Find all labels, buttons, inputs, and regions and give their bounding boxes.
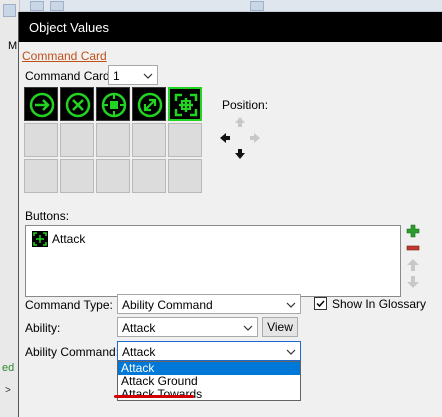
checkmark-icon xyxy=(316,300,325,308)
background-toolbar xyxy=(20,0,442,12)
ability-command-select[interactable]: Attack xyxy=(117,341,301,361)
arrow-up-icon[interactable] xyxy=(233,115,247,129)
chevron-down-icon xyxy=(243,325,253,331)
command-card-slot[interactable] xyxy=(132,87,166,121)
command-card-label: Command Card: xyxy=(25,69,114,83)
dialog-title: Object Values xyxy=(29,20,109,35)
toolbar-icon xyxy=(3,4,16,17)
command-card-link[interactable]: Command Card xyxy=(22,49,107,63)
hold-position-icon xyxy=(101,92,127,118)
command-type-label: Command Type: xyxy=(25,298,113,312)
command-card-select-value: 1 xyxy=(113,69,120,83)
close-button[interactable] xyxy=(413,12,442,42)
move-down-icon[interactable] xyxy=(406,275,420,289)
command-card-slot-empty[interactable] xyxy=(60,159,94,193)
ability-select[interactable]: Attack xyxy=(117,317,258,337)
command-card-slot-empty[interactable] xyxy=(24,123,58,157)
command-card-slot-empty[interactable] xyxy=(96,123,130,157)
patrol-arrows-icon xyxy=(137,92,163,118)
move-up-icon[interactable] xyxy=(406,258,420,272)
command-card-slot-empty[interactable] xyxy=(168,159,202,193)
object-values-dialog: Object Values Command Card Command Card:… xyxy=(18,12,442,417)
command-card-slot-empty[interactable] xyxy=(60,123,94,157)
toolbar-icon xyxy=(250,1,264,11)
chevron-down-icon xyxy=(143,73,153,79)
command-card-slot[interactable] xyxy=(24,87,58,121)
arrow-right-icon[interactable] xyxy=(248,131,262,145)
show-in-glossary-label[interactable]: Show In Glossary xyxy=(332,297,426,311)
command-card-slot[interactable] xyxy=(96,87,130,121)
arrow-down-icon[interactable] xyxy=(233,147,247,161)
command-card-slot-empty[interactable] xyxy=(168,123,202,157)
ability-command-value: Attack xyxy=(122,345,156,359)
ability-command-label: Ability Command: xyxy=(25,345,120,359)
command-type-select[interactable]: Ability Command xyxy=(117,294,301,314)
background-app-panel xyxy=(0,0,20,417)
command-card-slot-selected[interactable] xyxy=(168,87,202,121)
view-button[interactable]: View xyxy=(262,317,298,337)
attack-crosshair-icon xyxy=(32,231,48,247)
command-card-slot[interactable] xyxy=(60,87,94,121)
command-card-slot-empty[interactable] xyxy=(96,159,130,193)
command-card-select[interactable]: 1 xyxy=(108,65,158,85)
command-card-slot-empty[interactable] xyxy=(132,159,166,193)
background-menu-fragment: M xyxy=(8,40,18,52)
background-scroll-fragment[interactable]: > xyxy=(5,385,11,396)
buttons-label: Buttons: xyxy=(25,209,70,223)
arrow-left-icon[interactable] xyxy=(218,131,232,145)
add-icon[interactable] xyxy=(406,224,420,238)
command-card-slot-empty[interactable] xyxy=(132,123,166,157)
command-type-value: Ability Command xyxy=(122,298,213,312)
position-label: Position: xyxy=(222,98,269,112)
show-in-glossary-checkbox[interactable] xyxy=(314,297,327,310)
remove-icon[interactable] xyxy=(406,241,420,255)
list-item-label: Attack xyxy=(52,232,86,246)
ability-value: Attack xyxy=(122,321,156,335)
ability-label: Ability: xyxy=(25,321,61,335)
move-arrow-icon xyxy=(29,92,55,118)
dialog-titlebar[interactable]: Object Values xyxy=(19,12,442,42)
buttons-list[interactable]: Attack xyxy=(25,225,401,297)
toolbar-icon xyxy=(50,1,64,11)
stop-x-icon xyxy=(65,92,91,118)
command-card-slot-empty[interactable] xyxy=(24,159,58,193)
toolbar-icon xyxy=(30,1,44,11)
red-underline-annotation xyxy=(114,395,194,398)
chevron-down-icon xyxy=(286,349,296,355)
background-status-fragment: ed xyxy=(2,362,15,374)
attack-crosshair-icon xyxy=(174,93,198,117)
chevron-down-icon xyxy=(286,302,296,308)
